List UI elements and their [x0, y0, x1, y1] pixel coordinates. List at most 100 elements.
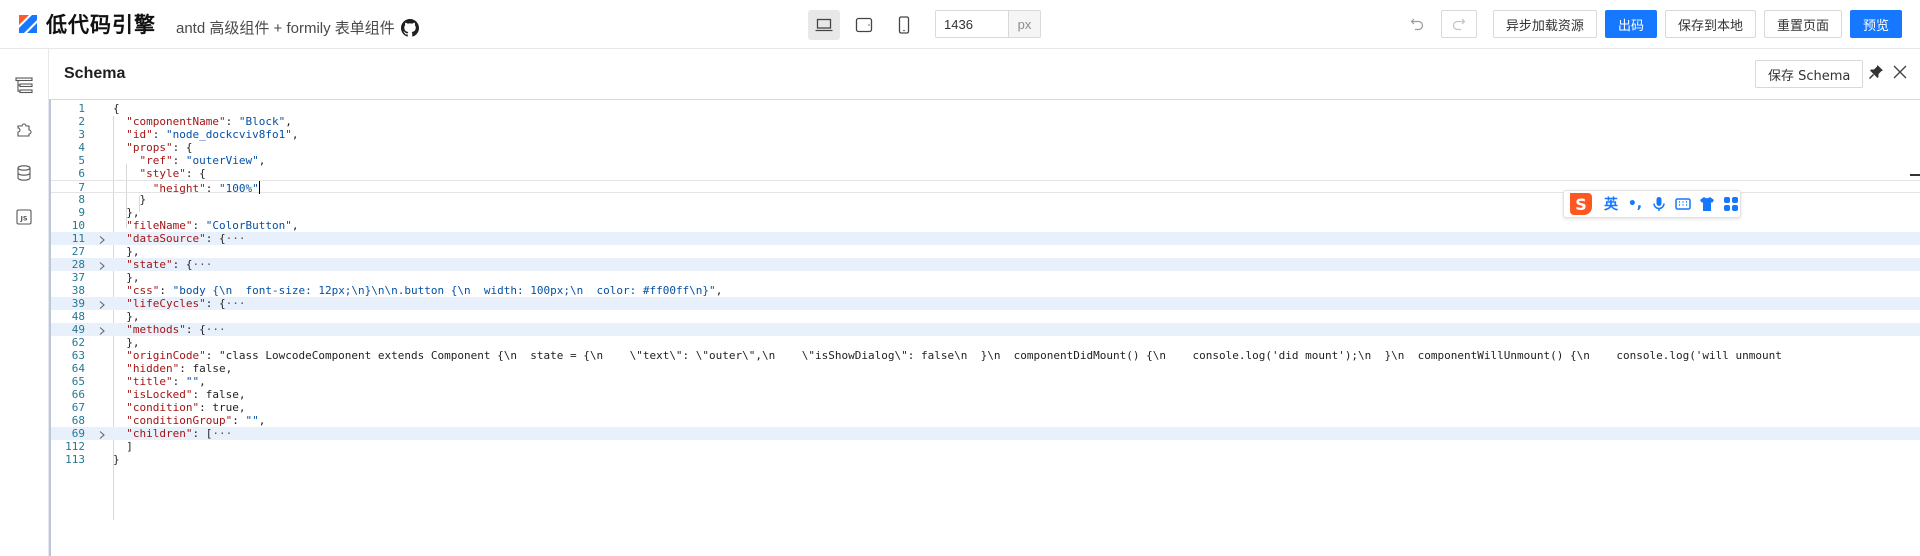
code-line[interactable]: 63 "originCode": "class LowcodeComponent…: [51, 349, 1920, 362]
code-text: "hidden": false,: [126, 362, 233, 375]
device-switcher: [808, 10, 920, 40]
code-line[interactable]: 66 "isLocked": false,: [51, 388, 1920, 401]
line-number: 64: [71, 362, 85, 375]
code-text: "dataSource": {···: [126, 232, 246, 245]
code-text: "title": "",: [126, 375, 206, 388]
pin-icon[interactable]: [1867, 63, 1885, 81]
component-library-icon[interactable]: [12, 117, 36, 141]
code-line[interactable]: 68 "conditionGroup": "",: [51, 414, 1920, 427]
code-line[interactable]: 38 "css": "body {\n font-size: 12px;\n}\…: [51, 284, 1920, 297]
code-line[interactable]: 27 },: [51, 245, 1920, 258]
canvas-width-input[interactable]: [936, 11, 1008, 37]
code-line[interactable]: 39 "lifeCycles": {···: [51, 297, 1920, 310]
code-line[interactable]: 64 "hidden": false,: [51, 362, 1920, 375]
code-line[interactable]: 69 "children": [···: [51, 427, 1920, 440]
code-line[interactable]: 112 ]: [51, 440, 1920, 453]
code-text: "isLocked": false,: [126, 388, 246, 401]
fold-chevron-icon[interactable]: [97, 300, 107, 310]
reset-page-button[interactable]: 重置页面: [1763, 10, 1842, 38]
redo-icon[interactable]: [1440, 10, 1477, 38]
line-number: 49: [71, 323, 85, 336]
line-number: 62: [71, 336, 85, 349]
line-number: 39: [71, 297, 85, 310]
code-editor[interactable]: 1{2 "componentName": "Block", 3 "id": "no…: [49, 99, 1920, 556]
line-number: 48: [71, 310, 85, 323]
code-line[interactable]: 28 "state": {···: [51, 258, 1920, 271]
line-number: 27: [71, 245, 85, 258]
code-text: },: [113, 271, 140, 284]
code-line[interactable]: 4 "props": {: [51, 141, 1920, 154]
code-line[interactable]: 6 "style": {: [51, 167, 1920, 180]
code-line[interactable]: 49 "methods": {···: [51, 323, 1920, 336]
code-text: },: [113, 245, 140, 258]
width-unit-label: px: [1008, 11, 1040, 37]
tablet-icon[interactable]: [848, 10, 880, 40]
code-line[interactable]: 62 },: [51, 336, 1920, 349]
code-line[interactable]: 65 "title": "",: [51, 375, 1920, 388]
keyboard-icon[interactable]: [1674, 195, 1692, 213]
code-text: "fileName": "ColorButton",: [126, 219, 299, 232]
code-text: "conditionGroup": "",: [126, 414, 266, 427]
line-number: 1: [78, 102, 85, 115]
line-number: 9: [78, 206, 85, 219]
ime-language-toggle[interactable]: 英: [1602, 194, 1620, 214]
history-controls: [1399, 10, 1477, 38]
code-line[interactable]: 5 "ref": "outerView",: [51, 154, 1920, 167]
logo-icon: [19, 15, 37, 33]
line-number: 3: [78, 128, 85, 141]
code-line[interactable]: 10 "fileName": "ColorButton",: [51, 219, 1920, 232]
fold-chevron-icon[interactable]: [97, 326, 107, 336]
top-toolbar: 低代码引擎 antd 高级组件 + formily 表单组件 px: [0, 0, 1920, 49]
toolbox-icon[interactable]: [1722, 195, 1740, 213]
code-text: },: [113, 336, 140, 349]
code-text: "methods": {···: [126, 323, 226, 336]
code-text: "componentName": "Block",: [126, 115, 292, 128]
line-number: 28: [71, 258, 85, 271]
github-icon[interactable]: [400, 18, 419, 37]
line-number: 11: [71, 232, 85, 245]
desktop-icon[interactable]: [808, 10, 840, 40]
line-number: 112: [65, 440, 85, 453]
code-line[interactable]: 113}: [51, 453, 1920, 466]
code-line[interactable]: 48 },: [51, 310, 1920, 323]
code-line[interactable]: 37 },: [51, 271, 1920, 284]
undo-icon[interactable]: [1399, 10, 1435, 38]
line-number: 2: [78, 115, 85, 128]
code-text: "id": "node_dockcviv8fo1",: [126, 128, 299, 141]
skin-icon[interactable]: [1698, 195, 1716, 213]
line-number: 5: [78, 154, 85, 167]
code-line[interactable]: 67 "condition": true,: [51, 401, 1920, 414]
code-line[interactable]: 1{: [51, 102, 1920, 115]
code-text: "condition": true,: [126, 401, 246, 414]
fold-chevron-icon[interactable]: [97, 430, 107, 440]
svg-text:S: S: [1575, 195, 1587, 214]
close-icon[interactable]: [1891, 63, 1909, 81]
code-line[interactable]: 11 "dataSource": {···: [51, 232, 1920, 245]
async-load-button[interactable]: 异步加载资源: [1492, 10, 1597, 38]
save-local-button[interactable]: 保存到本地: [1664, 10, 1756, 38]
line-number: 69: [71, 427, 85, 440]
save-schema-button[interactable]: 保存 Schema: [1755, 60, 1864, 88]
preview-button[interactable]: 预览: [1849, 10, 1902, 38]
code-text: "css": "body {\n font-size: 12px;\n}\n\n…: [126, 284, 723, 297]
export-code-button[interactable]: 出码: [1604, 10, 1657, 38]
line-number: 4: [78, 141, 85, 154]
line-number: 113: [65, 453, 85, 466]
outline-tree-icon[interactable]: [12, 73, 36, 97]
mobile-icon[interactable]: [888, 10, 920, 40]
ime-punctuation-toggle[interactable]: •,: [1626, 196, 1644, 212]
code-text: "state": {···: [126, 258, 213, 271]
header-subtitle: antd 高级组件 + formily 表单组件: [176, 17, 419, 38]
datasource-icon[interactable]: [12, 161, 36, 185]
js-code-icon[interactable]: JS: [12, 205, 36, 229]
fold-chevron-icon[interactable]: [97, 261, 107, 271]
code-text: ]: [113, 440, 133, 453]
code-line[interactable]: 2 "componentName": "Block",: [51, 115, 1920, 128]
microphone-icon[interactable]: [1650, 195, 1668, 213]
header-actions: 异步加载资源 出码 保存到本地 重置页面 预览: [1399, 10, 1902, 38]
code-line[interactable]: 3 "id": "node_dockcviv8fo1",: [51, 128, 1920, 141]
fold-chevron-icon[interactable]: [97, 235, 107, 245]
code-text: "children": [···: [126, 427, 233, 440]
left-sidebar: JS: [0, 49, 49, 556]
sogou-logo-icon[interactable]: S: [1566, 191, 1596, 217]
